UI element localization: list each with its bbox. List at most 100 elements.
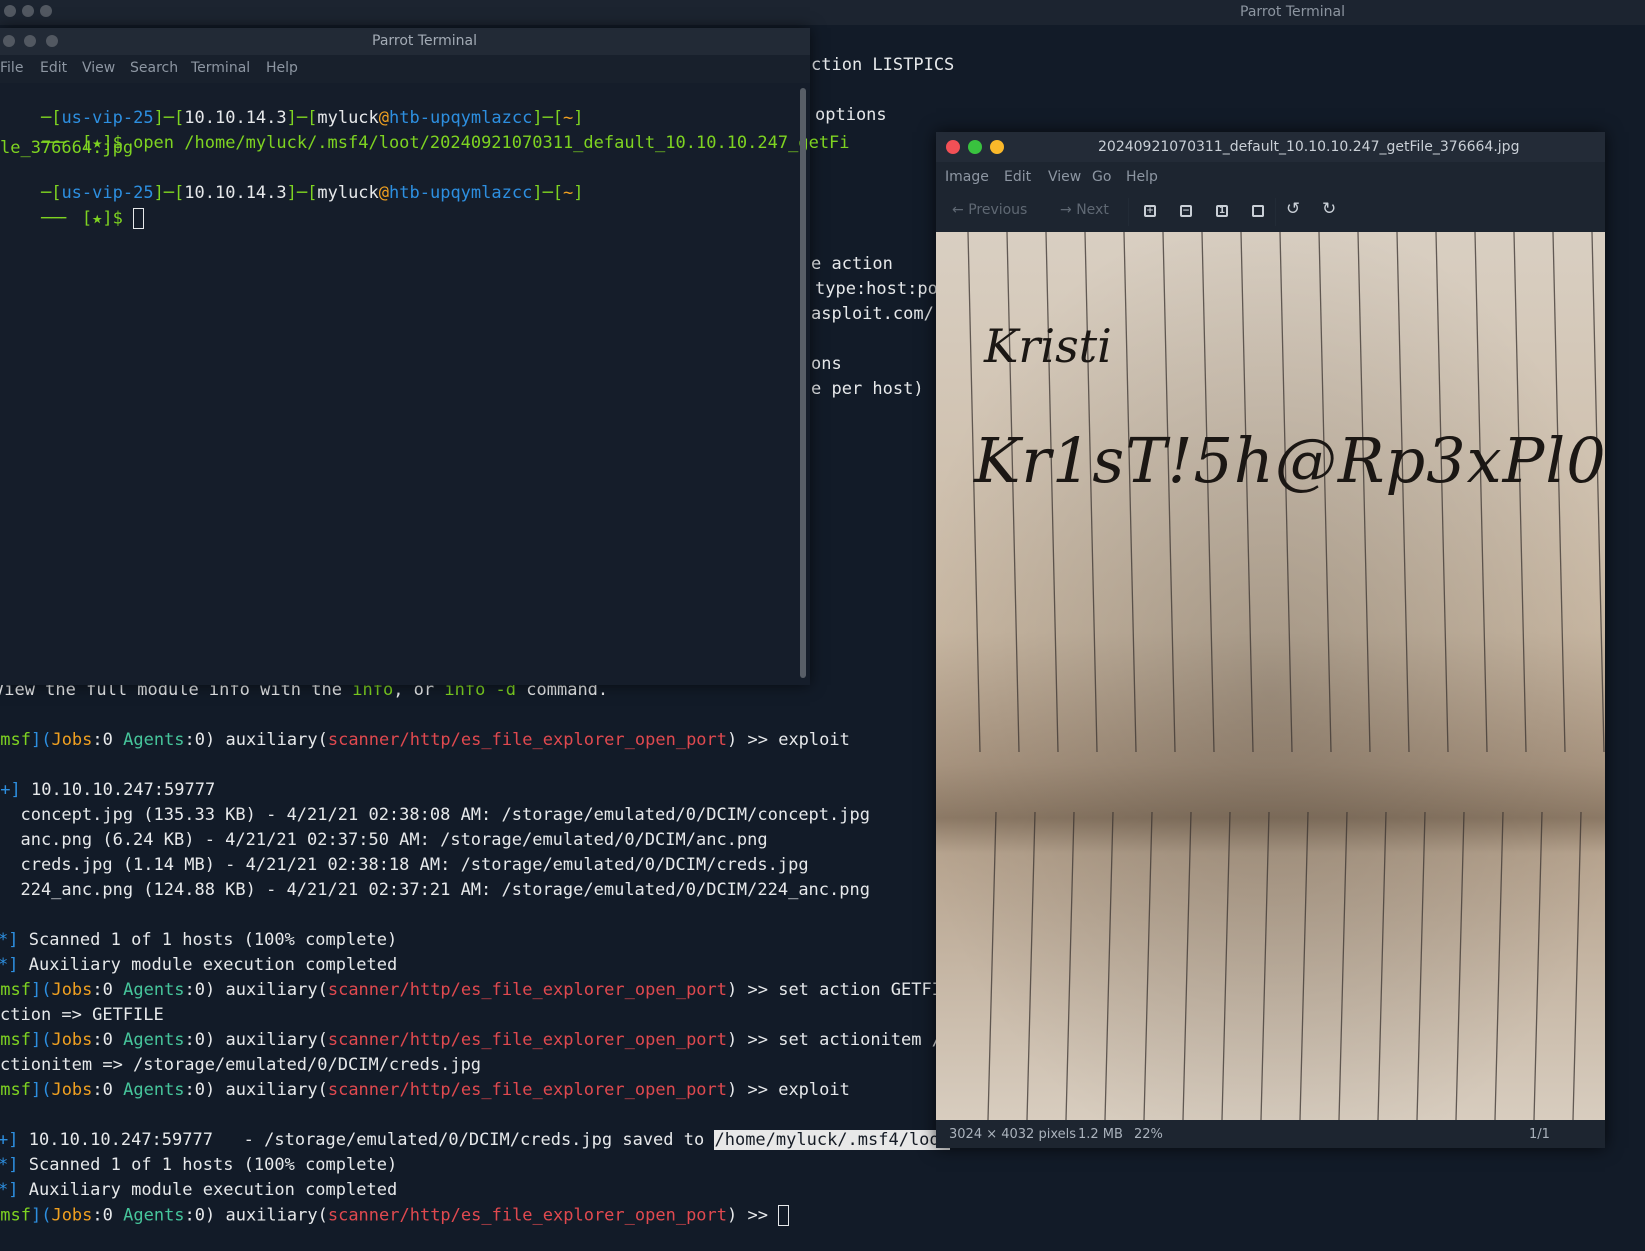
terminal-line: ction LISTPICS (811, 55, 955, 75)
prompt-jobs-value: :0 (92, 1030, 124, 1050)
prompt-jobs-value: :0 (92, 1080, 124, 1100)
text-cursor (778, 1205, 790, 1226)
window-close-icon[interactable] (946, 140, 960, 154)
background-terminal-titlebar[interactable]: Parrot Terminal (0, 0, 1645, 25)
prompt-jobs-label: Jobs (51, 980, 93, 1000)
prompt-jobs-value: :0 (92, 980, 124, 1000)
terminal-line: ons (811, 354, 842, 374)
msf-command: set actionitem /s (778, 1030, 953, 1050)
menu-search[interactable]: Search (130, 60, 178, 76)
msf-prompt-line: [msf](Jobs:0 Agents:0) auxiliary(scanner… (0, 1080, 850, 1100)
file-list-line: 224_anc.png (124.88 KB) - 4/21/21 02:37:… (0, 880, 870, 900)
star-marker: *] (0, 1155, 19, 1175)
terminal-line: ctionitem => /storage/emulated/0/DCIM/cr… (0, 1055, 482, 1075)
window-minimize-icon[interactable] (22, 5, 34, 17)
image-file-size: 1.2 MB (1078, 1127, 1123, 1142)
image-viewer-titlebar[interactable]: 20240921070311_default_10.10.10.247_getF… (936, 132, 1605, 162)
terminal-line: e action (811, 254, 893, 274)
menu-edit[interactable]: Edit (40, 60, 67, 76)
prompt-dir: ~ (563, 183, 574, 203)
terminal-line: *] Scanned 1 of 1 hosts (100% complete) (0, 1155, 397, 1175)
zoom-in-icon[interactable]: + (1144, 205, 1156, 217)
prompt-arrow: ) >> (727, 980, 779, 1000)
window-minimize-icon[interactable] (990, 140, 1004, 154)
front-terminal-window[interactable]: Parrot Terminal File Edit View Search Te… (0, 28, 850, 685)
prompt-msf: msf (0, 1080, 31, 1100)
arrow-right-icon: → (1060, 202, 1072, 218)
menu-file[interactable]: File (0, 60, 23, 76)
prompt-module-prefix: :0) auxiliary( (184, 1080, 328, 1100)
terminal-line: *] Auxiliary module execution completed (0, 955, 397, 975)
msf-prompt-line: [msf](Jobs:0 Agents:0) auxiliary(scanner… (0, 1030, 952, 1050)
image-viewer-statusbar: 3024 × 4032 pixels 1.2 MB 22% 1/1 (936, 1120, 1605, 1148)
file-list-line: anc.png (6.24 KB) - 4/21/21 02:37:50 AM:… (0, 830, 768, 850)
zoom-fit-icon[interactable] (1252, 205, 1264, 217)
prompt-host: htb-upqymlazcc (389, 183, 533, 203)
menu-image[interactable]: Image (945, 169, 989, 185)
prompt-jobs-label: Jobs (51, 1205, 93, 1226)
host-text: 10.10.10.247:59777 (30, 780, 216, 800)
plus-marker: [+] (0, 780, 21, 800)
prompt-msf: msf (0, 1030, 31, 1050)
prompt-module-prefix: :0) auxiliary( (184, 1030, 328, 1050)
terminal-scrollbar[interactable] (800, 88, 806, 678)
file-list-line: concept.jpg (135.33 KB) - 4/21/21 02:38:… (0, 805, 870, 825)
prompt-decoration: ]─[ (532, 183, 564, 203)
shell-input-line[interactable]: ──╴ [★]$ (0, 188, 145, 249)
menu-view[interactable]: View (1048, 169, 1081, 185)
menu-terminal[interactable]: Terminal (191, 60, 250, 76)
prompt-module-prefix: :0) auxiliary( (184, 1205, 328, 1226)
prompt-module-name: scanner/http/es_file_explorer_open_port (327, 1080, 728, 1100)
front-terminal-menubar: File Edit View Search Terminal Help (0, 55, 810, 83)
prompt-agents-label: Agents (123, 730, 185, 750)
image-viewer-toolbar: ← Previous → Next + − 1 ↺ ↻ (936, 192, 1605, 232)
prompt-arrow: ) >> (727, 1080, 779, 1100)
image-dimensions: 3024 × 4032 pixels (949, 1127, 1076, 1142)
window-maximize-icon[interactable] (40, 5, 52, 17)
text: Auxiliary module execution completed (28, 955, 398, 975)
zoom-out-icon[interactable]: − (1180, 205, 1192, 217)
selected-path[interactable]: /home/myluck/.msf4/loot (714, 1130, 950, 1150)
shell-command: open /home/myluck/.msf4/loot/20240921070… (133, 133, 850, 153)
msf-command: exploit (778, 730, 850, 750)
msf-prompt-line: [msf](Jobs:0 Agents:0) auxiliary(scanner… (0, 730, 850, 750)
menu-help[interactable]: Help (266, 60, 298, 76)
prompt-jobs-value: :0 (92, 1205, 124, 1226)
text: Auxiliary module execution completed (28, 1180, 398, 1200)
file-list-line: creds.jpg (1.14 MB) - 4/21/21 02:38:18 A… (0, 855, 809, 875)
window-title: 20240921070311_default_10.10.10.247_getF… (1098, 139, 1520, 155)
image-viewer-menubar: Image Edit View Go Help (936, 162, 1605, 192)
menu-help[interactable]: Help (1126, 169, 1158, 185)
msf-command: set action GETFIL (778, 980, 953, 1000)
previous-button[interactable]: ← Previous (952, 202, 1027, 218)
star-marker: *] (0, 1180, 19, 1200)
zoom-normal-icon[interactable]: 1 (1216, 205, 1228, 217)
front-terminal-titlebar[interactable]: Parrot Terminal (0, 28, 810, 55)
prompt-msf: msf (0, 1205, 31, 1226)
star-marker: *] (0, 955, 19, 975)
prompt-symbol: ──╴ [★]$ (40, 208, 134, 229)
prompt-jobs-value: :0 (92, 730, 124, 750)
prompt-arrow: ) >> (727, 730, 779, 750)
msf-prompt-line[interactable]: [msf](Jobs:0 Agents:0) auxiliary(scanner… (0, 1205, 790, 1226)
window-minimize-icon[interactable] (24, 35, 36, 47)
prompt-msf: msf (0, 730, 31, 750)
rotate-left-icon[interactable]: ↺ (1286, 199, 1300, 219)
window-close-icon[interactable] (3, 35, 15, 47)
prompt-jobs-label: Jobs (51, 730, 93, 750)
image-page-counter: 1/1 (1529, 1127, 1550, 1142)
prompt-at: @ (378, 183, 390, 203)
menu-view[interactable]: View (82, 60, 115, 76)
prompt-bracket: ]( (30, 1080, 52, 1100)
next-button[interactable]: → Next (1060, 202, 1109, 218)
rotate-right-icon[interactable]: ↻ (1322, 199, 1336, 219)
terminal-line: *] Auxiliary module execution completed (0, 1180, 397, 1200)
window-close-icon[interactable] (4, 5, 16, 17)
menu-go[interactable]: Go (1092, 169, 1111, 185)
prompt-module-prefix: :0) auxiliary( (184, 730, 328, 750)
image-viewer-window[interactable]: 20240921070311_default_10.10.10.247_getF… (936, 132, 1605, 1148)
menu-edit[interactable]: Edit (1004, 169, 1031, 185)
window-maximize-icon[interactable] (46, 35, 58, 47)
window-maximize-icon[interactable] (968, 140, 982, 154)
prompt-jobs-label: Jobs (51, 1030, 93, 1050)
